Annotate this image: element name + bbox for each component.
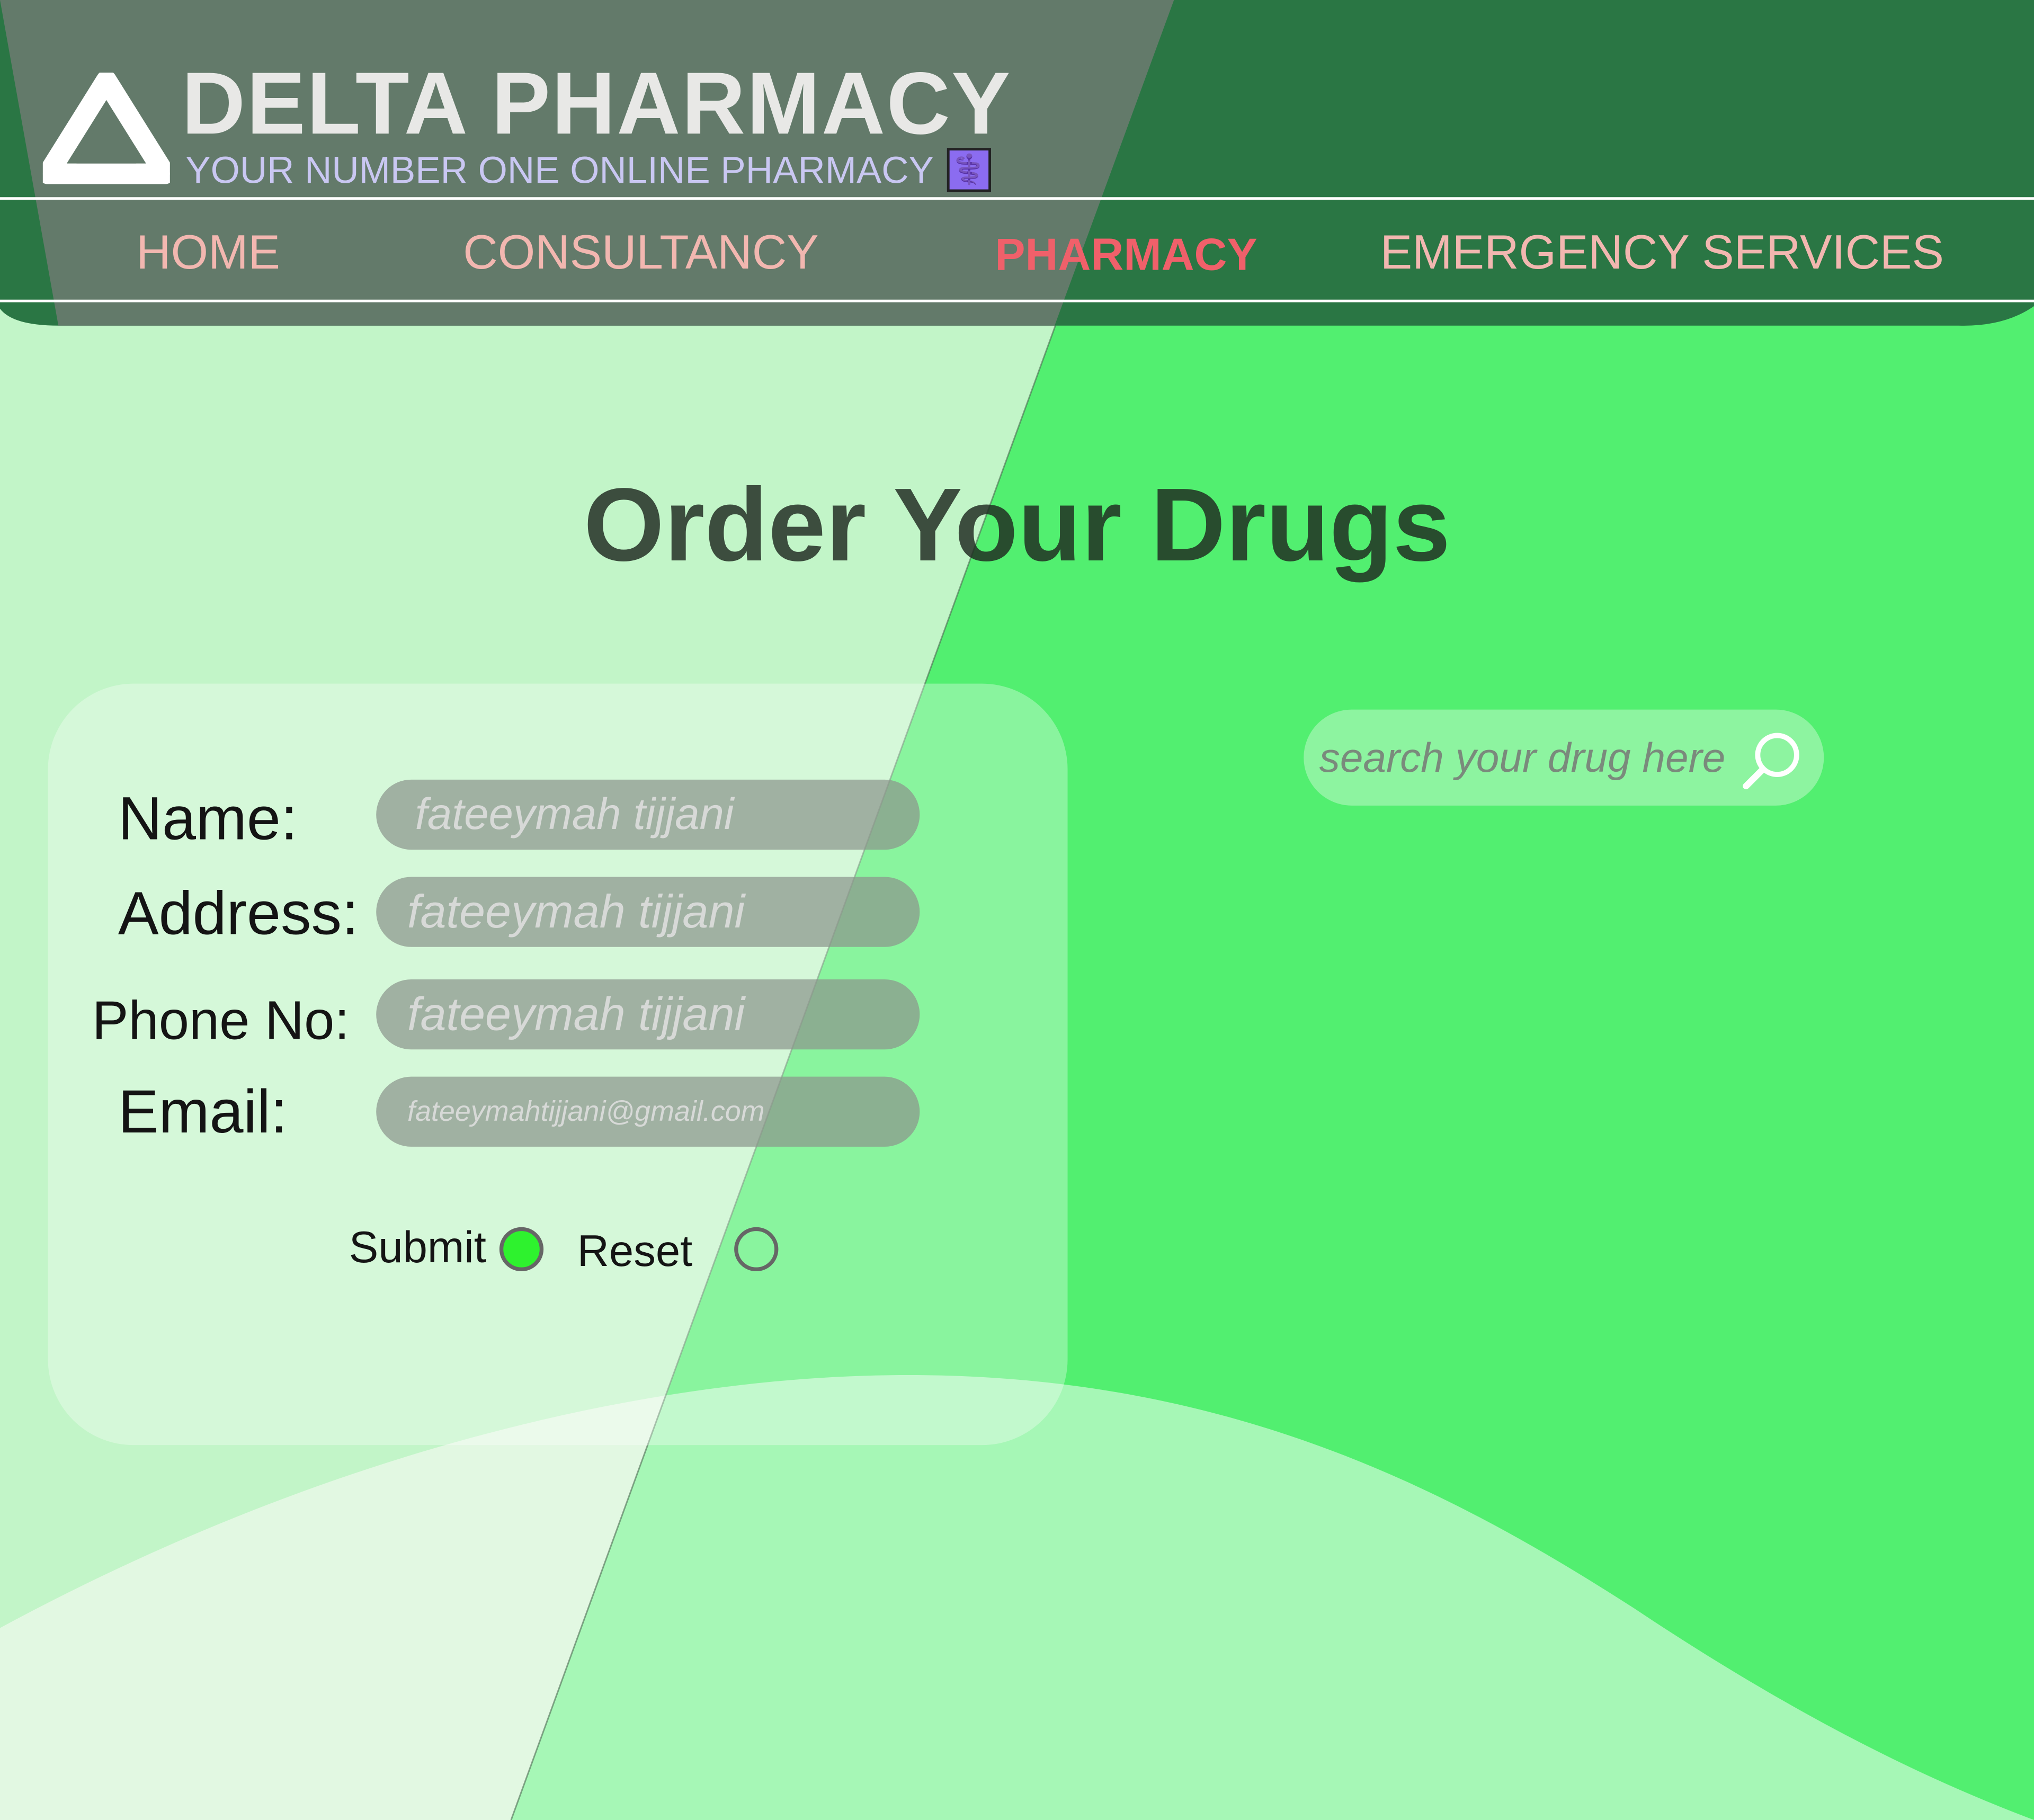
page: DELTA PHARMACY YOUR NUMBER ONE ONLINE PH… bbox=[0, 0, 2034, 1820]
reset-radio[interactable] bbox=[734, 1227, 779, 1272]
submit-label: Submit bbox=[349, 1223, 486, 1273]
address-label: Address: bbox=[118, 878, 359, 947]
brand-title: DELTA PHARMACY bbox=[181, 54, 1012, 153]
email-label: Email: bbox=[118, 1076, 288, 1146]
medical-symbol-icon: ⚕️ bbox=[947, 148, 991, 193]
nav-pharmacy[interactable]: PHARMACY bbox=[995, 226, 1257, 286]
brand-tagline: YOUR NUMBER ONE ONLINE PHARMACY ⚕️ bbox=[185, 148, 991, 194]
site-header: DELTA PHARMACY YOUR NUMBER ONE ONLINE PH… bbox=[0, 0, 2034, 327]
name-label: Name: bbox=[118, 783, 298, 852]
phone-field[interactable] bbox=[376, 979, 920, 1050]
search-bar bbox=[1304, 709, 1824, 806]
page-title: Order Your Drugs bbox=[583, 467, 1451, 583]
search-input[interactable] bbox=[1319, 727, 1747, 788]
tagline-text: YOUR NUMBER ONE ONLINE PHARMACY bbox=[185, 150, 934, 192]
header-divider-bottom bbox=[0, 299, 2034, 302]
search-icon[interactable] bbox=[1739, 729, 1804, 793]
delta-logo-icon[interactable] bbox=[42, 73, 170, 184]
nav-consultancy[interactable]: CONSULTANCY bbox=[463, 223, 818, 283]
phone-label: Phone No: bbox=[92, 989, 350, 1051]
nav-emergency-services[interactable]: EMERGENCY SERVICES bbox=[1380, 223, 1944, 283]
name-field[interactable] bbox=[376, 779, 920, 850]
address-field[interactable] bbox=[376, 877, 920, 947]
email-field[interactable] bbox=[376, 1076, 920, 1147]
header-divider-top bbox=[0, 197, 2034, 200]
submit-radio[interactable] bbox=[499, 1227, 544, 1272]
nav-home[interactable]: HOME bbox=[136, 223, 280, 283]
reset-label: Reset bbox=[577, 1227, 693, 1277]
